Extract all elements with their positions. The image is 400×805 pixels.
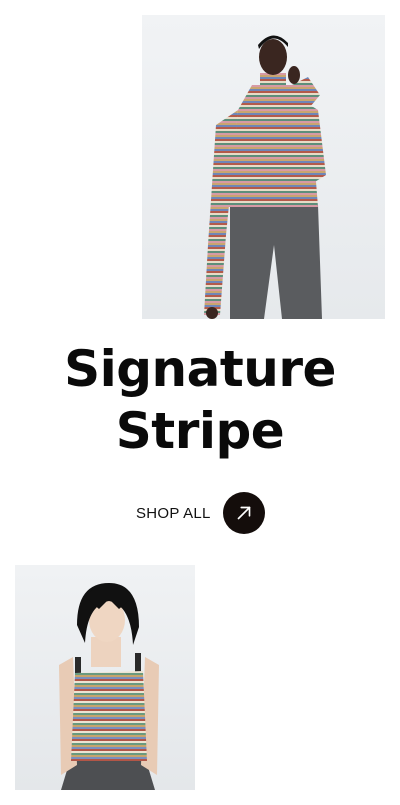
striped-turtleneck-photo bbox=[142, 15, 385, 319]
shop-all-label: SHOP ALL bbox=[136, 504, 211, 522]
title-line-2: Stripe bbox=[115, 402, 285, 460]
arrow-button[interactable] bbox=[222, 492, 265, 534]
striped-vest-photo bbox=[15, 565, 195, 790]
hero-top-image[interactable] bbox=[142, 15, 385, 319]
hero-bottom-image[interactable] bbox=[15, 565, 195, 790]
shop-all-link[interactable]: SHOP ALL bbox=[136, 491, 265, 535]
title-line-1: Signature bbox=[64, 340, 336, 398]
page-title: Signature Stripe bbox=[0, 338, 400, 462]
arrow-up-right-icon bbox=[237, 506, 250, 520]
